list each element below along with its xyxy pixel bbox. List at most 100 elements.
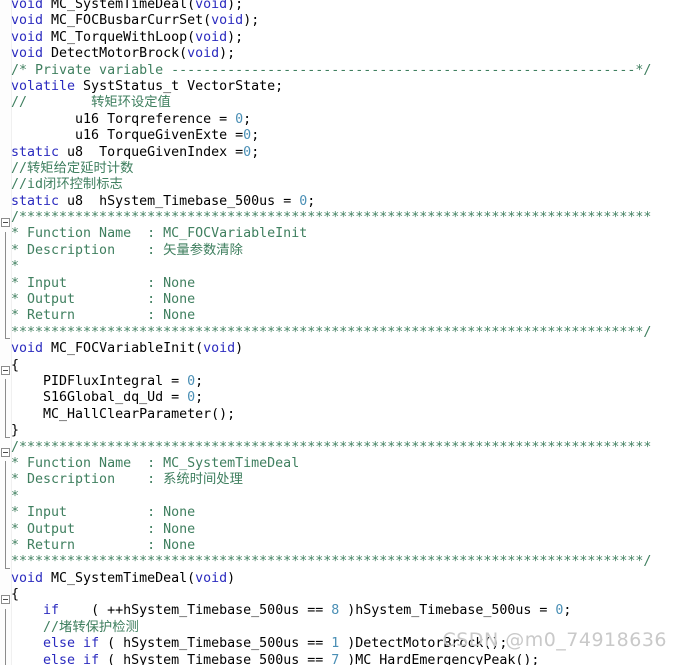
code-line[interactable]: { [0, 358, 673, 374]
code-token: * Return : None [11, 308, 196, 324]
code-token: * Description : [11, 472, 164, 488]
code-token: void [187, 46, 220, 62]
code-token: 系统时间处理 [163, 472, 243, 488]
code-line[interactable]: u16 TorqueGivenExte =0; [0, 128, 673, 144]
code-token: { [11, 587, 20, 603]
code-line[interactable]: //id闭环控制标志 [0, 177, 673, 193]
code-token: 矢量参数清除 [163, 242, 243, 258]
code-line[interactable]: * Function Name : MC_SystemTimeDeal [0, 456, 673, 472]
code-token: 转矩环设定值 [91, 95, 171, 111]
code-line[interactable]: * Output : None [0, 522, 673, 538]
code-token: * Description : [11, 242, 164, 258]
code-line[interactable]: ****************************************… [0, 554, 673, 570]
code-token: ); [227, 29, 244, 45]
code-token: void [11, 13, 44, 29]
code-line[interactable]: /***************************************… [0, 440, 673, 456]
code-token: )hSystem_Timebase_500us = [339, 603, 556, 619]
code-token: // [43, 619, 60, 635]
code-token: 堵转保护检测 [59, 619, 139, 635]
code-line[interactable]: * Output : None [0, 292, 673, 308]
code-token: PIDFluxIntegral = [11, 373, 188, 389]
code-token: ; [195, 373, 204, 389]
code-token: 0 [187, 390, 196, 406]
fold-collapse-icon[interactable] [1, 447, 10, 457]
fold-end-marker [5, 567, 10, 569]
code-token: // [11, 160, 28, 176]
code-line[interactable]: MC_HallClearParameter(); [0, 407, 673, 423]
code-line[interactable]: * Function Name : MC_FOCVariableInit [0, 226, 673, 242]
code-token: if [43, 603, 60, 619]
code-line[interactable]: * Input : None [0, 505, 673, 521]
fold-guide-line [5, 494, 6, 511]
code-token: ( hSystem_Timebase_500us == [99, 652, 332, 665]
code-line[interactable]: void MC_FOCVariableInit(void) [0, 341, 673, 357]
code-token: u16 Torqreference = [11, 111, 236, 127]
code-line[interactable]: // 转矩环设定值 [0, 95, 673, 111]
code-token: MC_SystemTimeDeal( [43, 570, 196, 586]
code-token: * Output : None [11, 292, 196, 308]
code-token: ); [227, 0, 244, 12]
code-token: void [203, 341, 236, 357]
code-line[interactable]: S16Global_dq_Ud = 0; [0, 390, 673, 406]
code-line[interactable]: void MC_FOCBusbarCurrSet(void); [0, 13, 673, 29]
code-line[interactable]: static u8 hSystem_Timebase_500us = 0; [0, 194, 673, 210]
code-line[interactable]: volatile SystStatus_t VectorState; [0, 79, 673, 95]
code-editor[interactable]: void MC_SystemTimeDeal(void); void MC_FOC… [0, 0, 673, 665]
fold-collapse-icon[interactable] [1, 365, 10, 375]
code-line[interactable]: void MC_SystemTimeDeal(void) [0, 571, 673, 587]
code-token: void [211, 13, 244, 29]
fold-guide-line [5, 658, 6, 665]
code-token: void [11, 0, 44, 12]
code-line[interactable]: else if ( hSystem_Timebase_500us == 7 )M… [0, 653, 673, 665]
fold-collapse-icon[interactable] [1, 218, 10, 228]
code-content[interactable]: void MC_SystemTimeDeal(void); void MC_FOC… [0, 0, 673, 665]
code-token: * Input : None [11, 505, 196, 521]
code-token: void [11, 29, 44, 45]
code-line[interactable]: if ( ++hSystem_Timebase_500us == 8 )hSys… [0, 603, 673, 619]
code-line[interactable]: /* Private variable --------------------… [0, 63, 673, 79]
code-line[interactable]: * [0, 259, 673, 275]
fold-guide-line [5, 461, 6, 478]
code-line[interactable]: /***************************************… [0, 210, 673, 226]
fold-guide-line [5, 231, 6, 248]
code-line[interactable]: * Return : None [0, 538, 673, 554]
code-line[interactable]: * [0, 489, 673, 505]
code-line[interactable]: //转矩给定延时计数 [0, 161, 673, 177]
code-line[interactable]: { [0, 587, 673, 603]
code-line[interactable]: //堵转保护检测 [0, 620, 673, 636]
code-line[interactable]: * Description : 系统时间处理 [0, 472, 673, 488]
code-line[interactable]: void DetectMotorBrock(void); [0, 46, 673, 62]
code-line[interactable]: void MC_SystemTimeDeal(void); [0, 0, 673, 13]
code-line[interactable]: * Description : 矢量参数清除 [0, 243, 673, 259]
code-line[interactable]: ****************************************… [0, 325, 673, 341]
code-token: u8 hSystem_Timebase_500us = [59, 193, 300, 209]
code-token: ( hSystem_Timebase_500us == [99, 636, 332, 652]
fold-guide-line [5, 526, 6, 544]
code-token: ; [243, 111, 252, 127]
code-line[interactable]: void MC_TorqueWithLoop(void); [0, 30, 673, 46]
code-line[interactable]: else if ( hSystem_Timebase_500us == 1 )D… [0, 636, 673, 652]
fold-collapse-icon[interactable] [1, 595, 10, 605]
code-token: // [11, 95, 92, 111]
code-token: void [195, 29, 228, 45]
code-line[interactable]: PIDFluxIntegral = 0; [0, 374, 673, 390]
code-token: /* Private variable --------------------… [11, 62, 652, 78]
code-token: 转矩给定延时计数 [27, 160, 134, 176]
code-line[interactable]: * Input : None [0, 276, 673, 292]
fold-guide-line [5, 264, 6, 281]
code-line[interactable]: u16 Torqreference = 0; [0, 112, 673, 128]
fold-guide-line [5, 313, 6, 330]
code-line[interactable]: } [0, 423, 673, 439]
code-token: 闭环控制标志 [43, 177, 123, 193]
code-token: ; [251, 144, 260, 160]
code-token: /***************************************… [11, 439, 652, 455]
fold-guide-line [5, 625, 6, 642]
code-token: else if [43, 636, 100, 652]
fold-guide-line [5, 477, 6, 494]
code-line[interactable]: static u8 TorqueGivenIndex =0; [0, 145, 673, 161]
code-token: * Function Name : MC_SystemTimeDeal [11, 455, 300, 471]
code-line[interactable]: * Return : None [0, 308, 673, 324]
code-token: ; [251, 128, 260, 144]
code-token: ( ++hSystem_Timebase_500us == [59, 603, 332, 619]
